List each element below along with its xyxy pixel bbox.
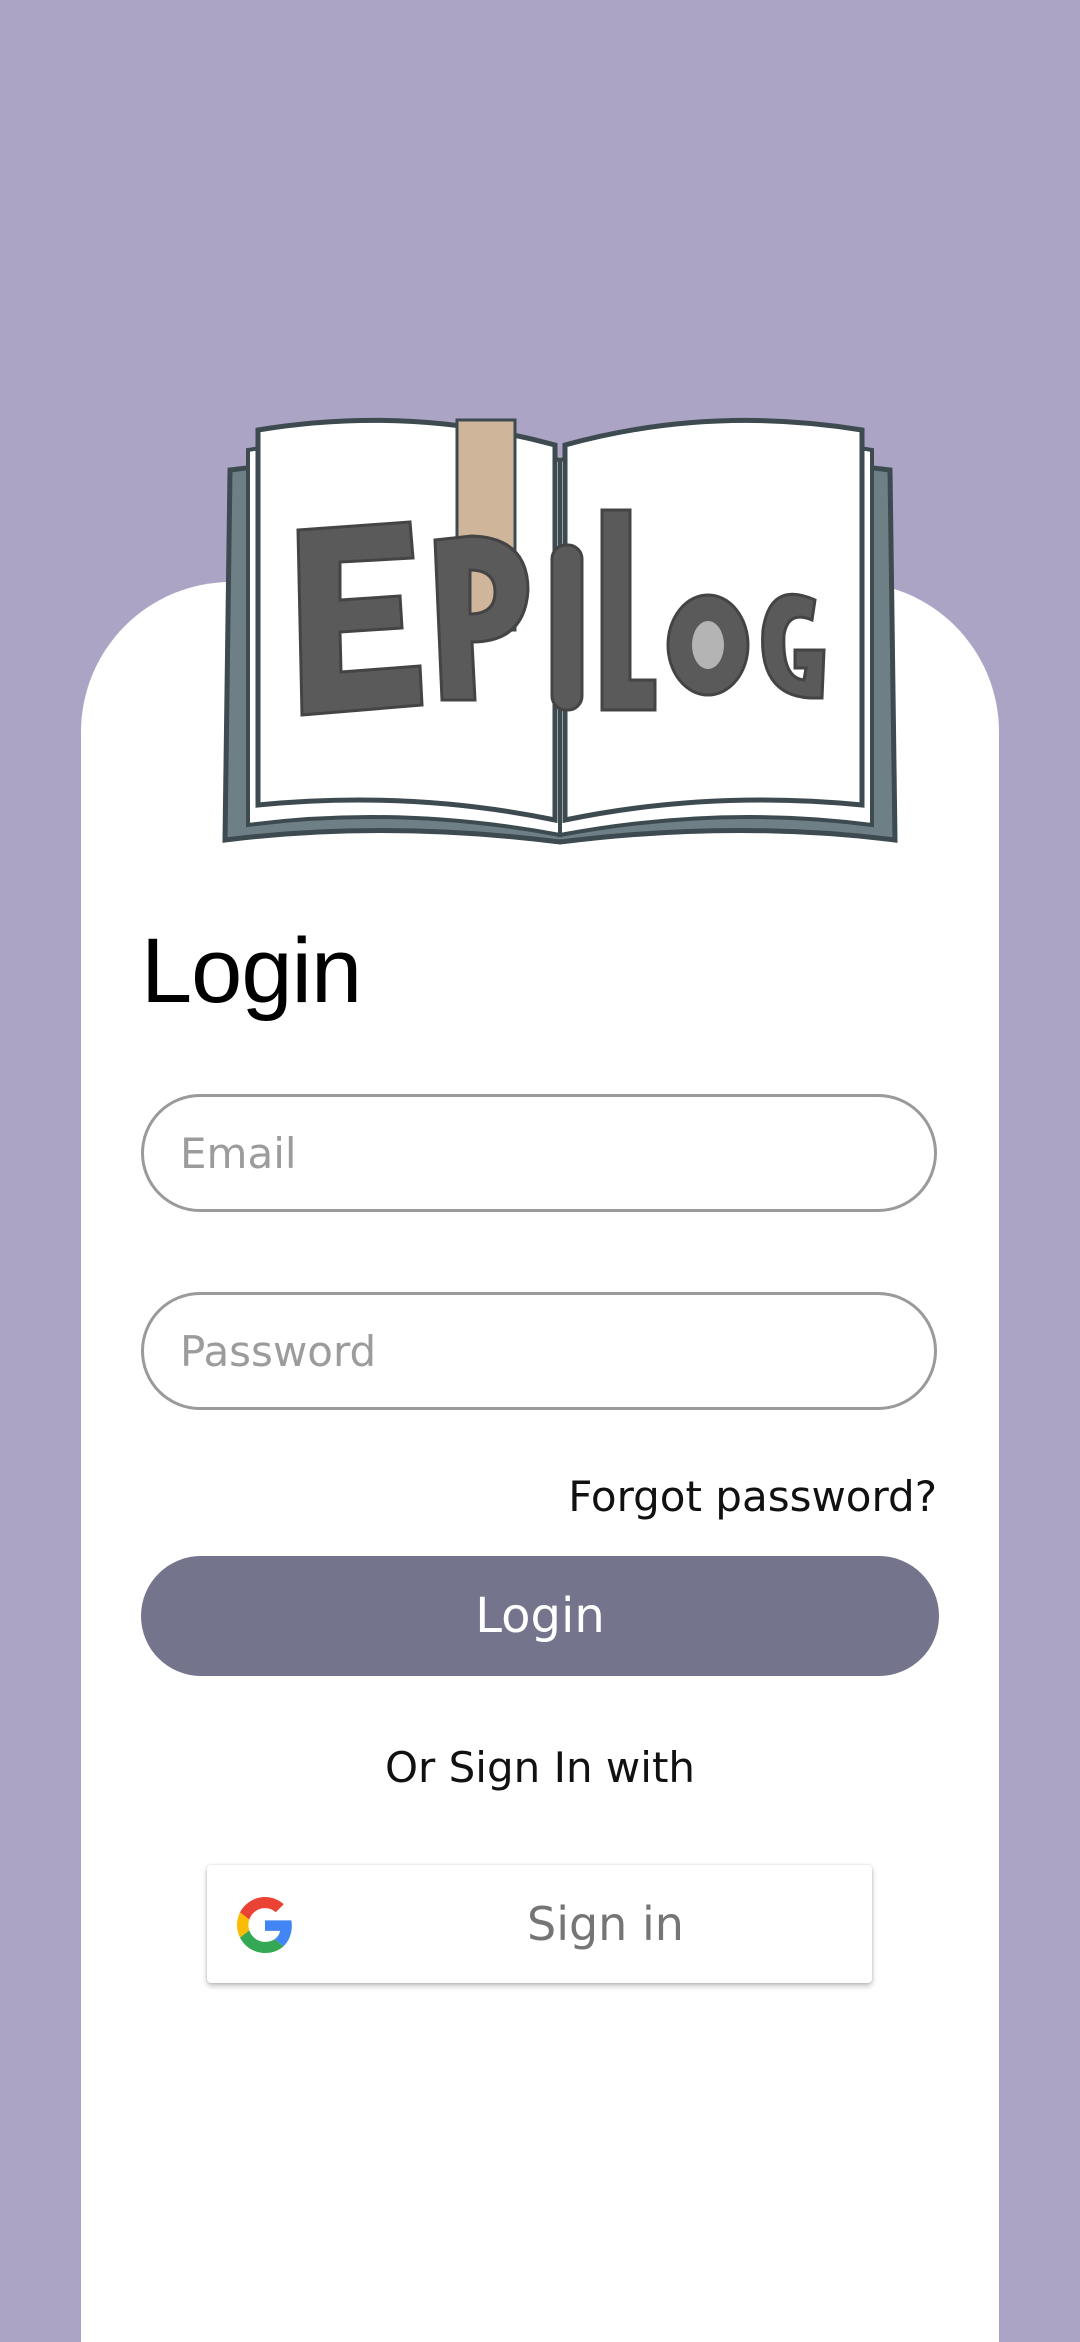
forgot-password-link[interactable]: Forgot password? [568, 1472, 937, 1521]
email-input[interactable] [144, 1097, 934, 1209]
login-button[interactable]: Login [141, 1556, 939, 1676]
google-sign-in-button[interactable]: Sign in [207, 1865, 872, 1983]
or-sign-in-with-text: Or Sign In with [384, 1743, 696, 1792]
google-sign-in-label: Sign in [527, 1897, 684, 1951]
page-title: Login [141, 920, 362, 1022]
email-field[interactable] [141, 1094, 937, 1212]
epilog-book-logo [222, 417, 898, 845]
password-input[interactable] [144, 1295, 934, 1407]
google-g-icon [237, 1897, 292, 1953]
password-field[interactable] [141, 1292, 937, 1410]
